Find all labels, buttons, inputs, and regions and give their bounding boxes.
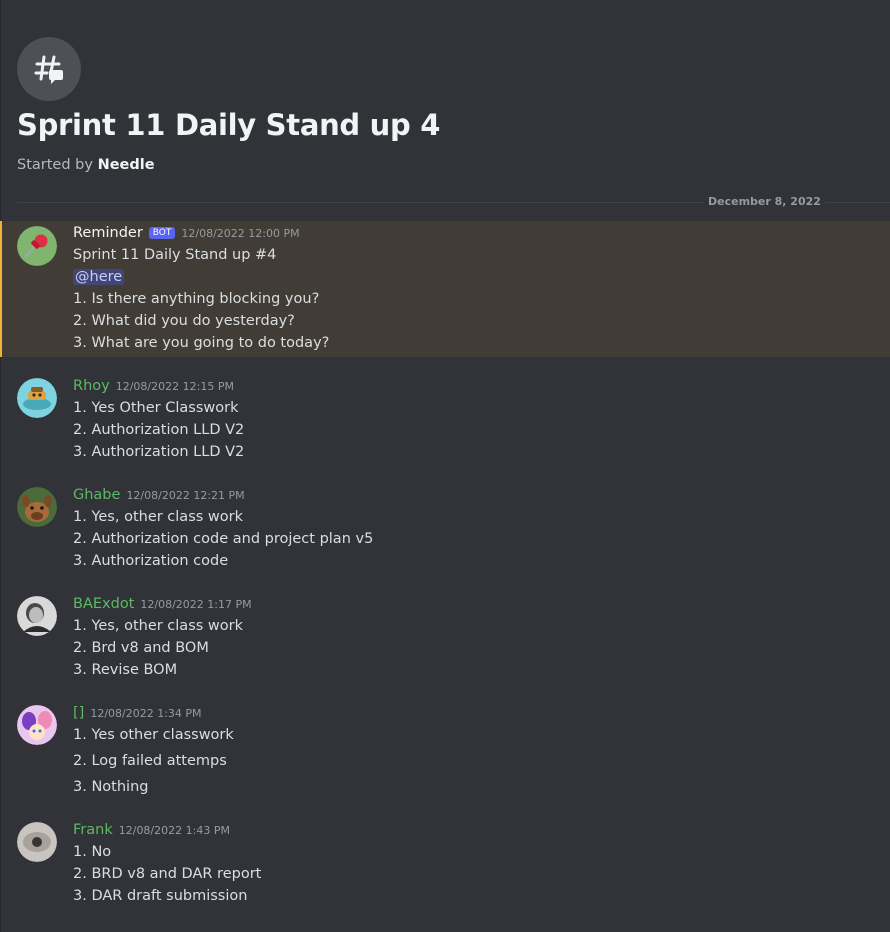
message-line: 1. Yes other classwork [73, 727, 234, 743]
message-timestamp: 12/08/2022 1:17 PM [140, 598, 252, 611]
message-line: 1. Yes, other class work [73, 509, 243, 525]
message-header: Rhoy 12/08/2022 12:15 PM [73, 378, 234, 394]
avatar[interactable] [17, 705, 57, 745]
message-timestamp: 12/08/2022 12:00 PM [181, 227, 300, 240]
message-baexdot[interactable]: BAExdot 12/08/2022 1:17 PM 1. Yes, other… [0, 592, 890, 684]
thread-hash-icon [34, 55, 63, 84]
avatar[interactable] [17, 822, 57, 862]
message-author[interactable]: BAExdot [73, 596, 134, 612]
avatar[interactable] [17, 226, 57, 266]
message-author[interactable]: [] [73, 705, 84, 721]
message-line: 2. What did you do yesterday? [73, 313, 295, 329]
message-author[interactable]: Frank [73, 822, 113, 838]
message-line: 2. Log failed attemps [73, 753, 227, 769]
here-mention[interactable]: @here [73, 269, 125, 285]
message-header: Reminder BOT 12/08/2022 12:00 PM [73, 225, 300, 241]
message-line: 3. Authorization code [73, 553, 229, 569]
message-author[interactable]: Reminder [73, 225, 143, 241]
message-author[interactable]: Rhoy [73, 378, 110, 394]
message-line: 2. Authorization LLD V2 [73, 422, 245, 438]
message-reminder[interactable]: Reminder BOT 12/08/2022 12:00 PM Sprint … [0, 221, 890, 357]
thread-icon [17, 37, 81, 101]
message-line: 1. Yes Other Classwork [73, 400, 239, 416]
message-header: BAExdot 12/08/2022 1:17 PM [73, 596, 252, 612]
started-by: Started by Needle [17, 157, 155, 173]
message-line: 2. BRD v8 and DAR report [73, 866, 262, 882]
message-rhoy[interactable]: Rhoy 12/08/2022 12:15 PM 1. Yes Other Cl… [0, 374, 890, 466]
message-timestamp: 12/08/2022 12:21 PM [126, 489, 245, 502]
message-timestamp: 12/08/2022 1:43 PM [118, 824, 230, 837]
message-line: 3. Nothing [73, 779, 149, 795]
message-line: 2. Brd v8 and BOM [73, 640, 209, 656]
message-line: 1. Yes, other class work [73, 618, 243, 634]
avatar[interactable] [17, 487, 57, 527]
message-header: Ghabe 12/08/2022 12:21 PM [73, 487, 245, 503]
date-divider: December 8, 2022 [704, 195, 825, 208]
message-ghabe[interactable]: Ghabe 12/08/2022 12:21 PM 1. Yes, other … [0, 483, 890, 575]
message-line: 3. DAR draft submission [73, 888, 248, 904]
message-line-mention: @here [73, 269, 125, 285]
message-line: 1. No [73, 844, 112, 860]
message-line: 3. Authorization LLD V2 [73, 444, 245, 460]
message-header: Frank 12/08/2022 1:43 PM [73, 822, 230, 838]
avatar[interactable] [17, 596, 57, 636]
bot-tag: BOT [148, 227, 176, 239]
thread-title: Sprint 11 Daily Stand up 4 [17, 108, 441, 142]
started-by-label: Started by [17, 157, 98, 173]
avatar[interactable] [17, 378, 57, 418]
message-timestamp: 12/08/2022 12:15 PM [115, 380, 234, 393]
message-line: 1. Is there anything blocking you? [73, 291, 320, 307]
message-frank[interactable]: Frank 12/08/2022 1:43 PM 1. No 2. BRD v8… [0, 818, 890, 910]
message-line: 3. Revise BOM [73, 662, 178, 678]
message-header: [] 12/08/2022 1:34 PM [73, 705, 202, 721]
message-line: 3. What are you going to do today? [73, 335, 330, 351]
message-author[interactable]: Ghabe [73, 487, 120, 503]
started-by-name[interactable]: Needle [98, 157, 155, 173]
message-timestamp: 12/08/2022 1:34 PM [90, 707, 202, 720]
message-line: Sprint 11 Daily Stand up #4 [73, 247, 277, 263]
message-line: 2. Authorization code and project plan v… [73, 531, 374, 547]
message-brackets[interactable]: [] 12/08/2022 1:34 PM 1. Yes other class… [0, 701, 890, 801]
